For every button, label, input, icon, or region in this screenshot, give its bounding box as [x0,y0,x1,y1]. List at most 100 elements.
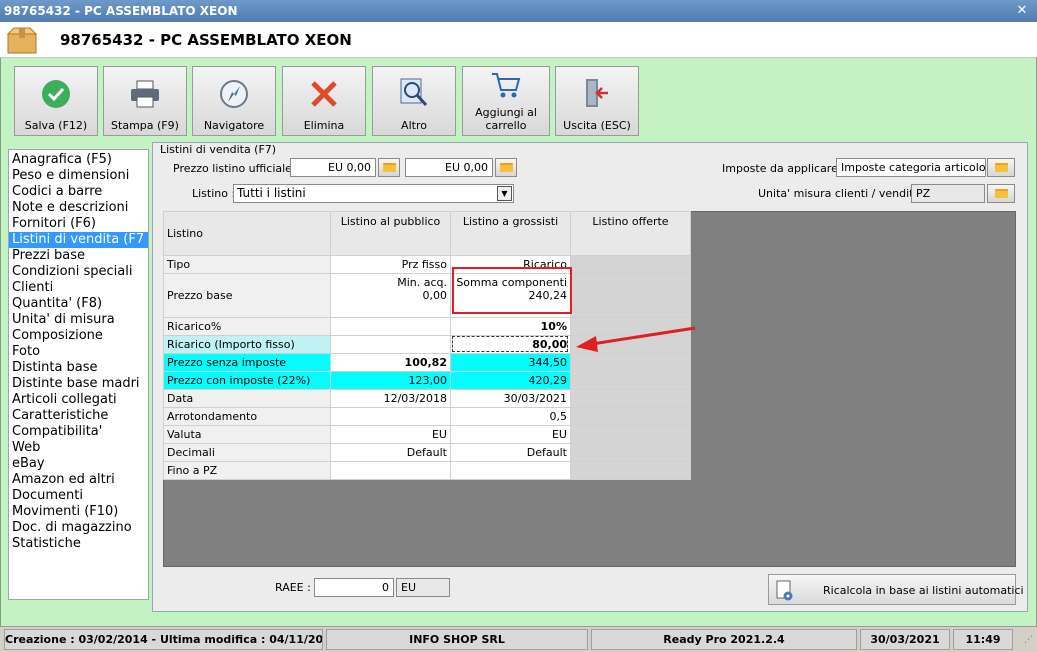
cart-icon [492,73,521,98]
compass-icon [220,80,248,108]
delete-button[interactable]: Elimina [282,66,366,136]
window-titlebar: 98765432 - PC ASSEMBLATO XEON ✕ [0,0,1037,22]
recalculate-button[interactable]: Ricalcola in base ai listini automatici [768,574,1024,605]
cell[interactable]: EU [330,425,451,444]
add-to-cart-button[interactable]: Aggiungi al carrello [462,66,550,136]
exit-button[interactable]: Uscita (ESC) [555,66,639,136]
navigator-label: Navigatore [203,119,265,132]
folder-open-icon[interactable] [378,158,400,177]
row-label: Ricarico (Importo fisso) [163,335,331,354]
sidebar-item[interactable]: Listini di vendita (F7 [9,232,148,248]
add-to-cart-label-line1: Aggiungi al [475,106,537,119]
print-button[interactable]: Stampa (F9) [103,66,187,136]
sidebar-item[interactable]: Prezzi base [9,248,148,264]
cell[interactable] [330,335,451,354]
sidebar-item[interactable]: Articoli collegati [9,392,148,408]
cell-focus-rect [452,336,568,352]
sidebar-item[interactable]: Distinte base madri [9,376,148,392]
sidebar-item[interactable]: Fornitori (F6) [9,216,148,232]
sidebar-item[interactable]: Quantita' (F8) [9,296,148,312]
cell[interactable]: EU [450,425,571,444]
listino-select[interactable]: Tutti i listini ▼ [233,184,514,203]
unit-label: Unita' misura clienti / vendita : [758,187,928,200]
sidebar-item[interactable]: Caratteristiche [9,408,148,424]
table-row: Decimali Default Default [163,443,691,462]
sidebar-item[interactable]: Foto [9,344,148,360]
unit-field[interactable]: PZ [911,184,985,203]
navigator-button[interactable]: Navigatore [192,66,276,136]
cell[interactable]: 10% [450,317,571,336]
cell[interactable]: Default [450,443,571,462]
sidebar-item[interactable]: Statistiche [9,536,148,552]
cell[interactable]: 420,29 [450,371,571,390]
folder-open-icon[interactable] [987,184,1015,203]
sidebar-item[interactable]: Movimenti (F10) [9,504,148,520]
row-label: Fino a PZ [163,461,331,480]
magnifier-document-icon [400,78,428,107]
cell[interactable]: Min. acq. 0,00 [330,273,451,318]
taxes-field[interactable]: Imposte categoria articolo [836,158,986,177]
box-icon [6,27,38,54]
raee-label: RAEE : [275,581,311,594]
check-icon [42,80,70,108]
cell[interactable]: 30/03/2021 [450,389,571,408]
cell[interactable] [450,461,571,480]
table-row: Valuta EU EU [163,425,691,444]
cell[interactable]: 123,00 [330,371,451,390]
table-row: Prezzo base Min. acq. 0,00 Somma compone… [163,273,691,318]
sidebar-item[interactable]: Doc. di magazzino [9,520,148,536]
cell[interactable]: Default [330,443,451,462]
cell[interactable] [330,461,451,480]
resize-grip-icon[interactable]: ⋰ [1024,635,1033,645]
sidebar-item[interactable]: Compatibilita' [9,424,148,440]
sidebar-item[interactable]: Distinta base [9,360,148,376]
col-header-public[interactable]: Listino al pubblico [330,211,451,256]
save-button[interactable]: Salva (F12) [14,66,98,136]
chevron-down-icon[interactable]: ▼ [497,186,512,201]
raee-field[interactable]: 0 [314,578,394,597]
cell[interactable] [330,407,451,426]
official-price-label: Prezzo listino ufficiale : [173,162,300,175]
col-header-wholesale[interactable]: Listino a grossisti [450,211,571,256]
table-row: Fino a PZ [163,461,691,480]
other-button[interactable]: Altro [372,66,456,136]
row-label: Prezzo senza imposte [163,353,331,372]
listino-select-value: Tutti i listini [237,186,306,200]
official-price-field-1[interactable]: EU 0,00 [290,158,376,177]
cell [570,273,691,318]
window-title: 98765432 - PC ASSEMBLATO XEON [4,4,238,18]
sidebar-item[interactable]: Codici a barre [9,184,148,200]
highlight-box [452,267,572,314]
cell[interactable] [330,317,451,336]
cell [570,443,691,462]
sidebar-item[interactable]: Clienti [9,280,148,296]
taxes-label: Imposte da applicare : [722,162,846,175]
cell[interactable]: Prz fisso [330,255,451,274]
sidebar-item[interactable]: Unita' di misura [9,312,148,328]
sidebar-item[interactable]: Composizione [9,328,148,344]
folder-open-icon[interactable] [495,158,517,177]
cell[interactable]: 12/03/2018 [330,389,451,408]
sidebar-item[interactable]: Amazon ed altri [9,472,148,488]
status-time: 11:49 [953,629,1013,650]
sidebar-item[interactable]: eBay [9,456,148,472]
col-header-offers[interactable]: Listino offerte [570,211,691,256]
official-price-field-2[interactable]: EU 0,00 [405,158,493,177]
folder-open-icon[interactable] [987,158,1015,177]
col-header-listino: Listino [163,211,331,256]
cell-line: 0,00 [422,289,448,302]
sidebar-item[interactable]: Anagrafica (F5) [9,152,148,168]
cell [570,255,691,274]
sidebar-item[interactable]: Condizioni speciali [9,264,148,280]
sidebar-item[interactable]: Note e descrizioni [9,200,148,216]
cell[interactable]: 0,5 [450,407,571,426]
row-label: Ricarico% [163,317,331,336]
status-app-version: Ready Pro 2021.2.4 [591,629,857,650]
sidebar-item[interactable]: Web [9,440,148,456]
close-icon[interactable]: ✕ [1015,4,1029,18]
sidebar-item[interactable]: Documenti [9,488,148,504]
delete-label: Elimina [303,119,345,132]
cell[interactable]: 100,82 [330,353,451,372]
sidebar-item[interactable]: Peso e dimensioni [9,168,148,184]
cell[interactable]: 344,50 [450,353,571,372]
